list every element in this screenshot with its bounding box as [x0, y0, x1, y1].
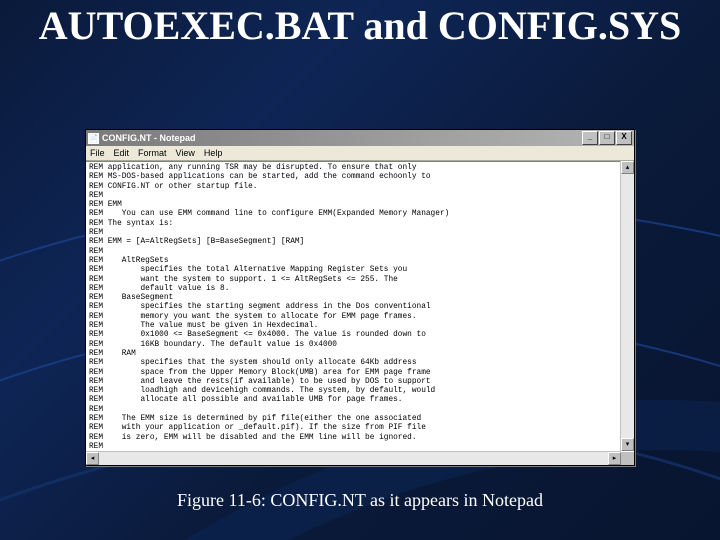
close-button[interactable]: X	[616, 131, 632, 145]
notepad-window: 📄 CONFIG.NT - Notepad _ □ X File Edit Fo…	[85, 129, 635, 466]
maximize-button[interactable]: □	[599, 131, 615, 145]
scroll-left-icon[interactable]: ◂	[86, 452, 99, 465]
slide: AUTOEXEC.BAT and CONFIG.SYS 📄 CONFIG.NT …	[0, 0, 720, 540]
scroll-up-icon[interactable]: ▴	[621, 161, 634, 174]
menu-file[interactable]: File	[90, 148, 105, 158]
window-titlebar[interactable]: 📄 CONFIG.NT - Notepad _ □ X	[86, 130, 634, 146]
notepad-icon: 📄	[88, 133, 99, 144]
scroll-right-icon[interactable]: ▸	[608, 452, 621, 465]
resize-grip[interactable]	[621, 452, 634, 465]
text-area[interactable]: REM application, any running TSR may be …	[86, 161, 634, 465]
menu-help[interactable]: Help	[204, 148, 223, 158]
menu-bar: File Edit Format View Help	[86, 146, 634, 161]
menu-format[interactable]: Format	[138, 148, 167, 158]
menu-view[interactable]: View	[176, 148, 195, 158]
file-content[interactable]: REM application, any running TSR may be …	[86, 162, 634, 465]
figure-caption: Figure 11-6: CONFIG.NT as it appears in …	[0, 490, 720, 511]
window-title: CONFIG.NT - Notepad	[102, 133, 196, 143]
horizontal-scrollbar[interactable]: ◂ ▸	[86, 451, 621, 465]
scroll-down-icon[interactable]: ▾	[621, 438, 634, 451]
vertical-scrollbar[interactable]: ▴ ▾	[620, 161, 634, 451]
minimize-button[interactable]: _	[582, 131, 598, 145]
slide-title: AUTOEXEC.BAT and CONFIG.SYS	[0, 4, 720, 48]
menu-edit[interactable]: Edit	[114, 148, 130, 158]
